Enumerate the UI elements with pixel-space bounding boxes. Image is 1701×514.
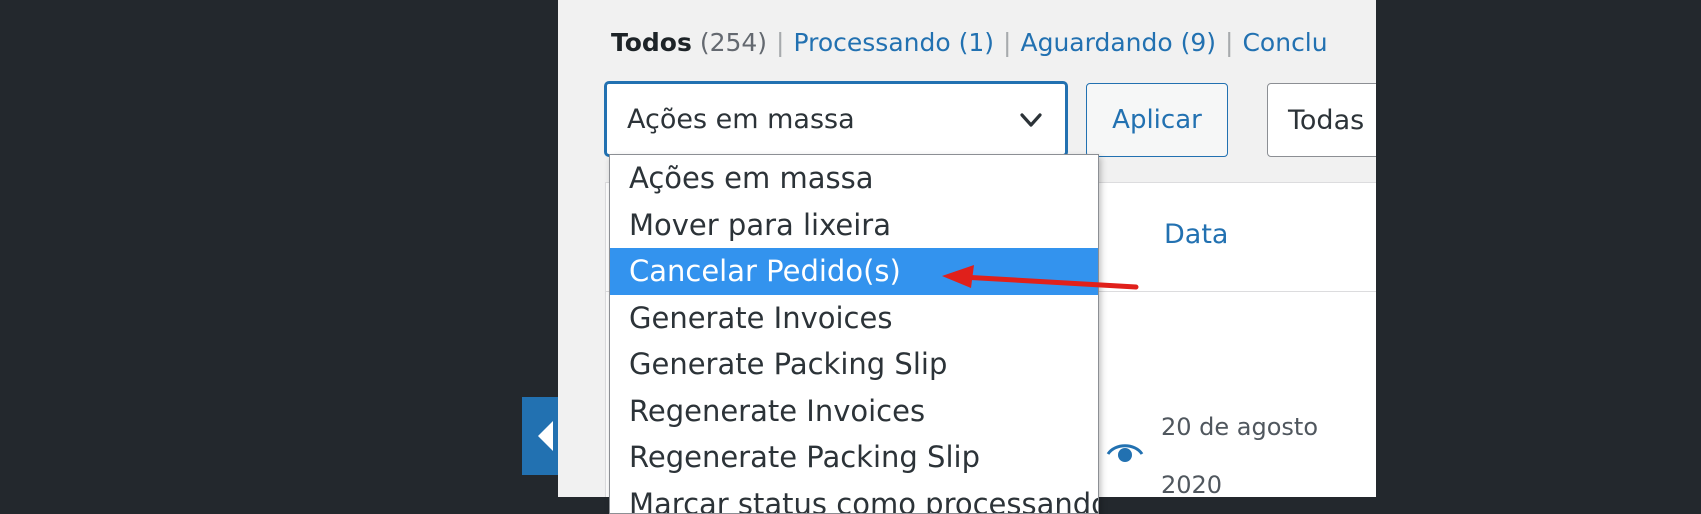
separator: | [767,28,793,57]
option-regenerate-invoices[interactable]: Regenerate Invoices [610,388,1098,435]
status-processing-link[interactable]: Processando (1) [793,28,994,57]
status-completed-link[interactable]: Conclu [1242,28,1327,57]
status-waiting-count: (9) [1181,28,1216,57]
red-arrow-icon [940,260,1140,300]
eye-icon[interactable] [1106,441,1144,467]
order-date-line2: 2020 [1161,471,1222,497]
date-filter-selected-value: Todas [1288,105,1364,136]
option-mark-processing[interactable]: Marcar status como processando [610,481,1098,514]
status-waiting-link[interactable]: Aguardando (9) [1020,28,1216,57]
date-filter-select[interactable]: Todas [1267,83,1376,157]
option-move-to-trash[interactable]: Mover para lixeira [610,202,1098,249]
column-header-date[interactable]: Data [1164,219,1228,250]
bulk-actions-selected-value: Ações em massa [627,104,855,135]
option-regenerate-packing-slip[interactable]: Regenerate Packing Slip [610,434,1098,481]
collapse-arrow-icon [538,421,553,451]
bulk-actions-select[interactable]: Ações em massa [605,82,1067,156]
status-processing-count: (1) [959,28,994,57]
option-generate-packing-slip[interactable]: Generate Packing Slip [610,341,1098,388]
order-date-line1: 20 de agosto [1161,413,1318,441]
status-all-label: Todos [611,28,692,57]
separator: | [994,28,1020,57]
collapse-menu-toggle[interactable] [522,397,558,475]
bulk-actions-dropdown: Ações em massa Mover para lixeira Cancel… [609,154,1099,514]
chevron-down-icon [1017,106,1045,134]
option-bulk-actions[interactable]: Ações em massa [610,155,1098,202]
separator: | [1216,28,1242,57]
status-all-count: (254) [700,28,767,57]
status-filter-links: Todos (254)|Processando (1)|Aguardando (… [611,28,1328,57]
apply-button[interactable]: Aplicar [1086,83,1228,157]
option-generate-invoices[interactable]: Generate Invoices [610,295,1098,342]
